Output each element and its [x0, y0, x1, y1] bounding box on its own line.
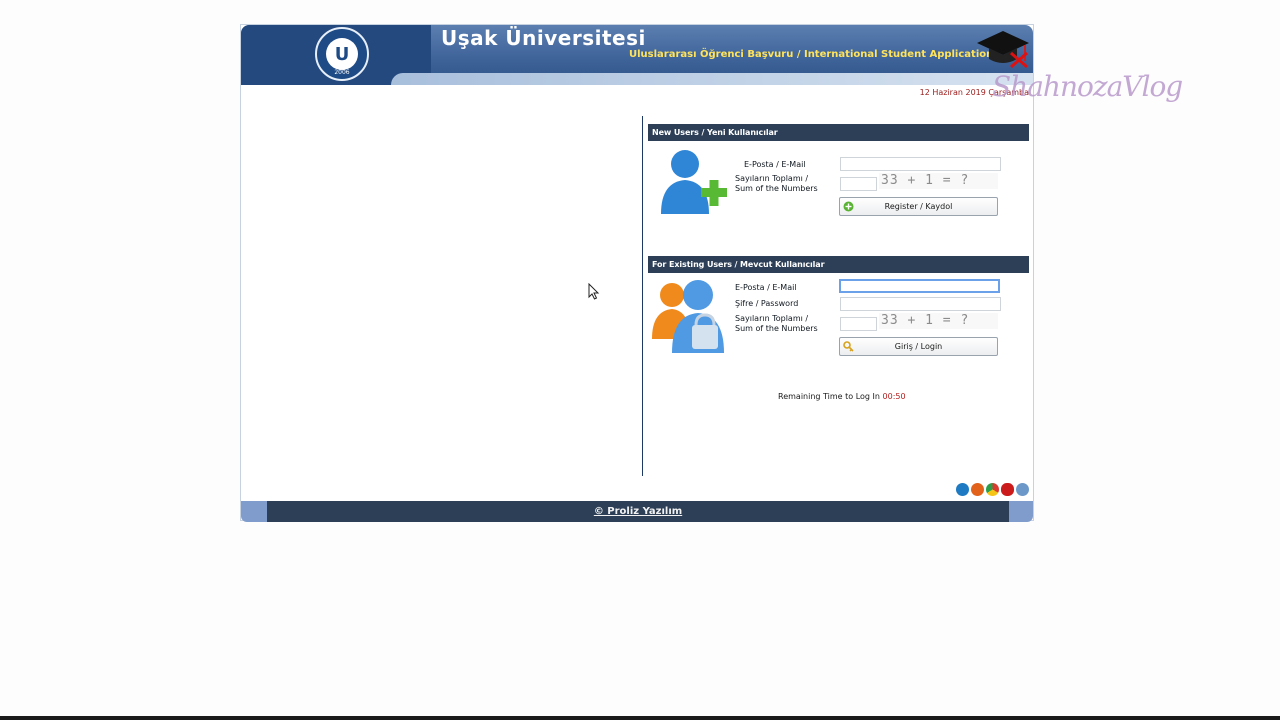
- password-label: Şifre / Password: [735, 299, 799, 308]
- existing-sum-label-line1: Sayıların Toplamı /: [735, 314, 809, 323]
- university-logo: U 2006: [315, 27, 369, 81]
- channel-watermark: ShahnozaVlog: [992, 70, 1183, 103]
- header-band: [391, 73, 1033, 85]
- new-sum-label-line1: Sayıların Toplamı /: [735, 174, 809, 183]
- remaining-time-label: Remaining Time to Log In: [778, 392, 880, 401]
- remaining-time: Remaining Time to Log In 00:50: [778, 392, 906, 401]
- register-button-label: Register / Kaydol: [884, 202, 953, 211]
- new-sum-label-line2: Sum of the Numbers: [735, 184, 818, 193]
- opera-icon[interactable]: [1001, 483, 1014, 496]
- bottom-strip: [0, 716, 1280, 720]
- existing-users-heading: For Existing Users / Mevcut Kullanıcılar: [648, 256, 1029, 273]
- vertical-divider: [642, 116, 643, 476]
- users-lock-icon: [652, 280, 724, 353]
- new-sum-field[interactable]: [840, 177, 877, 191]
- header-banner: U 2006 Uşak Üniversitesi Uluslararası Öğ…: [241, 25, 1033, 85]
- existing-sum-field[interactable]: [840, 317, 877, 331]
- logo-year: 2006: [334, 69, 350, 76]
- page: U 2006 Uşak Üniversitesi Uluslararası Öğ…: [0, 0, 1280, 720]
- existing-captcha-image: 33 + 1 = ?: [879, 313, 998, 329]
- mouse-cursor-icon: [588, 283, 600, 300]
- chrome-icon[interactable]: [986, 483, 999, 496]
- footer-bar: © Proliz Yazılım: [241, 501, 1033, 522]
- graduation-cap-icon: [977, 31, 1029, 69]
- existing-email-field[interactable]: [839, 279, 1000, 293]
- browser-icons: [956, 483, 1029, 496]
- application-subtitle: Uluslararası Öğrenci Başvuru / Internati…: [629, 49, 994, 60]
- safari-icon[interactable]: [1016, 483, 1029, 496]
- plus-circle-icon: [843, 201, 854, 212]
- footer-center: © Proliz Yazılım: [267, 501, 1009, 522]
- new-captcha-image: 33 + 1 = ?: [879, 173, 998, 189]
- new-email-field[interactable]: [840, 157, 1001, 171]
- remaining-time-value: 00:50: [882, 392, 906, 401]
- application-frame: U 2006 Uşak Üniversitesi Uluslararası Öğ…: [240, 24, 1034, 522]
- existing-sum-label-line2: Sum of the Numbers: [735, 324, 818, 333]
- internet-explorer-icon[interactable]: [956, 483, 969, 496]
- password-field[interactable]: [840, 297, 1001, 311]
- logo-initials: U: [326, 38, 358, 70]
- new-email-label: E-Posta / E-Mail: [744, 160, 806, 169]
- existing-email-label: E-Posta / E-Mail: [735, 283, 797, 292]
- add-user-icon: [661, 150, 727, 214]
- university-title: Uşak Üniversitesi: [441, 26, 646, 50]
- footer-link[interactable]: © Proliz Yazılım: [594, 506, 682, 517]
- key-icon: [843, 341, 854, 352]
- firefox-icon[interactable]: [971, 483, 984, 496]
- login-button[interactable]: Giriş / Login: [839, 337, 998, 356]
- new-users-heading: New Users / Yeni Kullanıcılar: [648, 124, 1029, 141]
- login-button-label: Giriş / Login: [894, 342, 943, 351]
- register-button[interactable]: Register / Kaydol: [839, 197, 998, 216]
